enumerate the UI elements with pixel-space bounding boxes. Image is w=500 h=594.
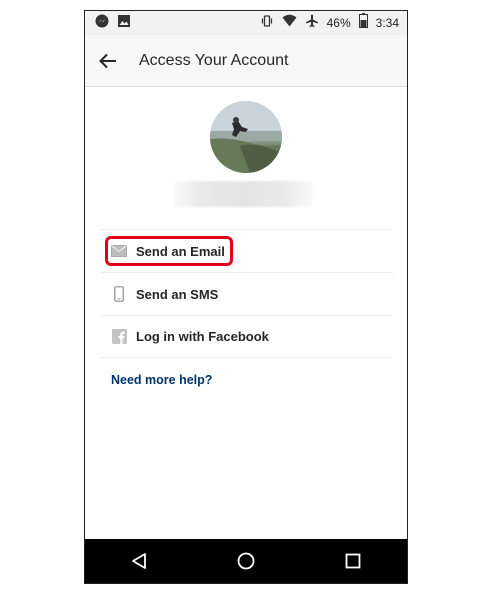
page-title: Access Your Account [139, 51, 289, 69]
status-bar: 46% 3:34 [85, 11, 407, 35]
send-email-option[interactable]: Send an Email [101, 229, 393, 272]
status-right: 46% 3:34 [260, 13, 399, 33]
image-icon [117, 14, 131, 33]
avatar [210, 101, 282, 173]
need-help-link[interactable]: Need more help? [111, 373, 212, 387]
send-sms-option[interactable]: Send an SMS [101, 272, 393, 315]
battery-icon [358, 13, 368, 33]
wifi-icon [282, 14, 297, 32]
battery-percent: 46% [326, 16, 351, 30]
mail-icon [110, 242, 128, 260]
app-bar: Access Your Account [85, 35, 407, 87]
facebook-icon [110, 328, 128, 346]
vibrate-icon [260, 14, 274, 33]
messenger-icon [95, 14, 109, 33]
clock: 3:34 [375, 16, 399, 30]
airplane-icon [305, 14, 319, 33]
nav-home-button[interactable] [226, 541, 266, 581]
nav-back-button[interactable] [119, 541, 159, 581]
square-recents-icon [345, 553, 361, 569]
username-blurred [173, 181, 313, 207]
phone-frame: 46% 3:34 Access Your Account Send an Ema… [84, 10, 408, 584]
circle-home-icon [237, 552, 255, 570]
send-sms-label: Send an SMS [136, 286, 219, 302]
navigation-bar [85, 539, 407, 583]
send-email-label: Send an Email [136, 243, 225, 259]
status-left [95, 14, 131, 33]
recovery-options: Send an Email Send an SMS Log in with Fa… [101, 229, 393, 358]
triangle-back-icon [131, 553, 146, 569]
facebook-login-label: Log in with Facebook [136, 329, 269, 344]
back-button[interactable] [85, 35, 131, 87]
phone-icon [110, 285, 128, 303]
facebook-login-option[interactable]: Log in with Facebook [101, 315, 393, 358]
nav-recents-button[interactable] [333, 541, 373, 581]
arrow-left-icon [99, 53, 116, 68]
